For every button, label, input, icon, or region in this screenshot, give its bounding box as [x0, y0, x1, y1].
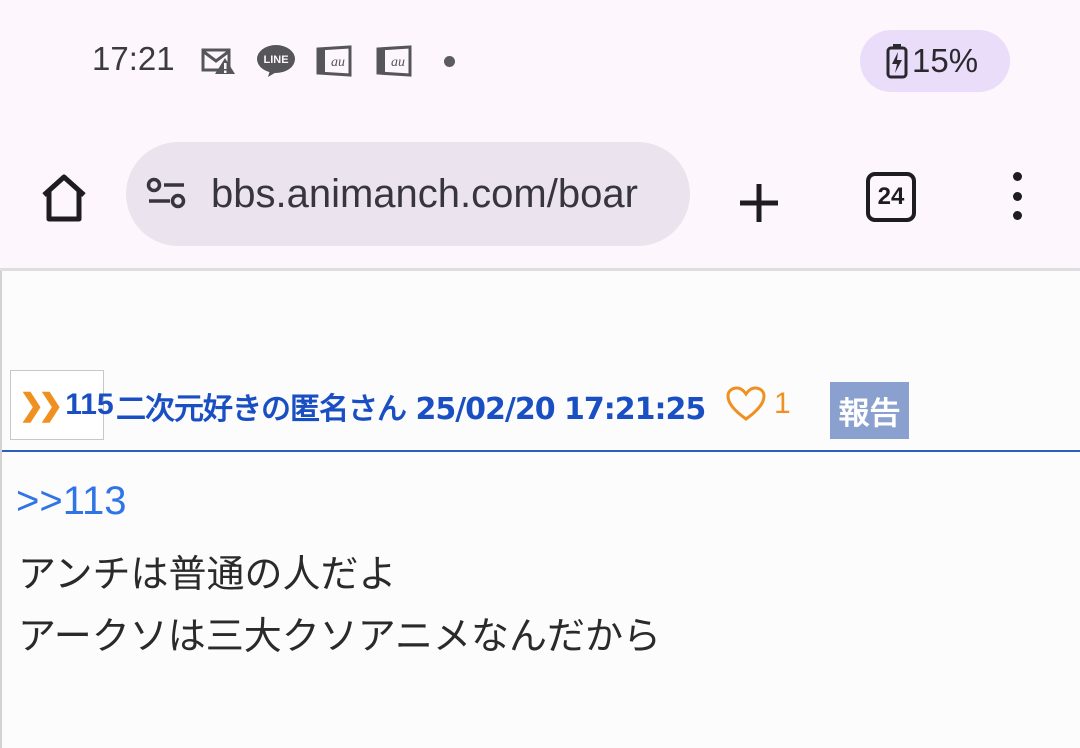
heart-icon	[726, 386, 766, 421]
plus-icon	[740, 184, 778, 222]
double-chevron-icon: ❯❯	[19, 388, 63, 422]
post-body-line: アンチは普通の人だよ	[18, 552, 397, 596]
au-app-icon: au	[316, 44, 352, 78]
like-count: 1	[774, 387, 791, 420]
battery-indicator: 15%	[860, 30, 1010, 92]
svg-text:au: au	[391, 55, 405, 70]
new-tab-button[interactable]	[728, 172, 790, 234]
menu-dot-icon	[1012, 191, 1022, 201]
tab-switcher-button[interactable]: 24	[866, 172, 916, 222]
au-app-icon: au	[376, 44, 412, 78]
url-text[interactable]: bbs.animanch.com/boar	[211, 172, 671, 217]
site-settings-icon[interactable]	[146, 174, 188, 214]
svg-text:LINE: LINE	[263, 54, 288, 66]
post-author: 二次元好きの匿名さん	[116, 392, 407, 427]
home-button[interactable]	[30, 164, 98, 232]
home-icon	[42, 174, 86, 222]
reply-anchor-link[interactable]: >>113	[16, 479, 127, 524]
address-bar[interactable]: bbs.animanch.com/boar	[126, 142, 690, 246]
post-number-link[interactable]: ❯❯ 115	[10, 370, 114, 440]
post-timestamp: 25/02/20 17:21:25	[415, 392, 706, 427]
status-time: 17:21	[92, 40, 175, 77]
post-header-divider	[2, 450, 1080, 452]
report-button[interactable]: 報告	[830, 382, 909, 439]
svg-text:au: au	[331, 55, 345, 70]
post-number: 115	[65, 388, 114, 421]
menu-dot-icon	[1012, 172, 1022, 181]
battery-percent: 15%	[912, 42, 979, 79]
post-header: ❯❯ 115 二次元好きの匿名さん 25/02/20 17:21:25 1 報告	[10, 370, 1080, 442]
battery-charging-icon	[886, 44, 908, 79]
menu-dot-icon	[1012, 211, 1022, 220]
no-sim-warning-icon	[200, 44, 238, 78]
status-bar: 17:21 LINE au au 15%	[0, 0, 1080, 124]
post-body-line: アークソは三大クソアニメなんだから	[18, 614, 661, 658]
line-app-icon: LINE	[256, 44, 296, 78]
post-meta: 二次元好きの匿名さん 25/02/20 17:21:25	[116, 384, 706, 428]
more-notifications-dot	[444, 56, 455, 67]
like-button[interactable]: 1	[726, 386, 791, 422]
overflow-menu-button[interactable]	[1000, 172, 1034, 220]
page-content: ❯❯ 115 二次元好きの匿名さん 25/02/20 17:21:25 1 報告…	[0, 271, 1080, 748]
browser-toolbar: bbs.animanch.com/boar 24	[0, 124, 1080, 269]
